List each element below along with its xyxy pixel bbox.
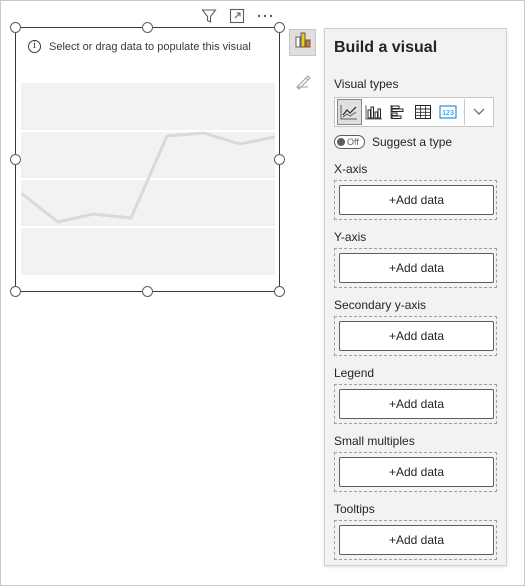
clustered-column-chart-icon[interactable] xyxy=(362,99,387,125)
focus-mode-icon[interactable] xyxy=(227,6,247,26)
resize-handle-bottom-right[interactable] xyxy=(274,286,285,297)
visual-header xyxy=(199,6,275,26)
suggest-type-toggle[interactable]: Off xyxy=(334,135,365,149)
resize-handle-left[interactable] xyxy=(10,154,21,165)
empty-line-chart-visual[interactable]: i Select or drag data to populate this v… xyxy=(10,22,285,297)
build-visual-button[interactable] xyxy=(289,29,316,56)
expand-visual-types-chevron-icon[interactable] xyxy=(465,99,493,125)
legend-add-data-button[interactable]: +Add data xyxy=(339,389,494,419)
line-chart-icon[interactable] xyxy=(337,99,362,125)
small-multiples-add-data-button[interactable]: +Add data xyxy=(339,457,494,487)
card-icon[interactable]: 123 xyxy=(436,99,461,125)
pane-title: Build a visual xyxy=(334,39,438,56)
well-label-x-axis: X-axis xyxy=(334,162,368,176)
well-label-y-axis: Y-axis xyxy=(334,230,367,244)
toggle-state-text: Off xyxy=(347,137,359,147)
table-icon[interactable] xyxy=(411,99,436,125)
ghost-line-chart xyxy=(21,83,275,275)
well-tooltips: +Add data xyxy=(334,520,497,560)
clustered-bar-chart-icon[interactable] xyxy=(386,99,411,125)
x-axis-add-data-button[interactable]: +Add data xyxy=(339,185,494,215)
well-legend: +Add data xyxy=(334,384,497,424)
placeholder-text: Select or drag data to populate this vis… xyxy=(49,40,251,53)
resize-handle-top-left[interactable] xyxy=(10,22,21,33)
format-visual-button[interactable] xyxy=(289,70,316,97)
visual-placeholder: i Select or drag data to populate this v… xyxy=(28,40,251,53)
suggest-type-label: Suggest a type xyxy=(372,135,453,149)
svg-text:123: 123 xyxy=(442,110,454,117)
well-label-tooltips: Tooltips xyxy=(334,502,375,516)
build-visual-pane: Build a visual Visual types 123 Off Sugg… xyxy=(324,28,507,566)
resize-handle-bottom[interactable] xyxy=(142,286,153,297)
resize-handle-right[interactable] xyxy=(274,154,285,165)
tooltips-add-data-button[interactable]: +Add data xyxy=(339,525,494,555)
well-secondary-y-axis: +Add data xyxy=(334,316,497,356)
resize-handle-top[interactable] xyxy=(142,22,153,33)
filter-icon[interactable] xyxy=(199,6,219,26)
toggle-knob xyxy=(337,138,345,146)
secondary-y-axis-add-data-button[interactable]: +Add data xyxy=(339,321,494,351)
info-icon: i xyxy=(28,40,41,53)
visual-types-gallery: 123 xyxy=(334,97,494,127)
well-label-legend: Legend xyxy=(334,366,375,380)
well-x-axis: +Add data xyxy=(334,180,497,220)
more-options-icon[interactable] xyxy=(255,6,275,26)
resize-handle-top-right[interactable] xyxy=(274,22,285,33)
format-visual-icon xyxy=(294,72,312,95)
suggest-type-row: Off Suggest a type xyxy=(334,135,452,149)
resize-handle-bottom-left[interactable] xyxy=(10,286,21,297)
well-label-small-multiples: Small multiples xyxy=(334,434,415,448)
y-axis-add-data-button[interactable]: +Add data xyxy=(339,253,494,283)
well-y-axis: +Add data xyxy=(334,248,497,288)
visual-types-label: Visual types xyxy=(334,77,399,91)
well-label-secondary-y-axis: Secondary y-axis xyxy=(334,298,427,312)
build-visual-icon xyxy=(294,31,312,54)
well-small-multiples: +Add data xyxy=(334,452,497,492)
